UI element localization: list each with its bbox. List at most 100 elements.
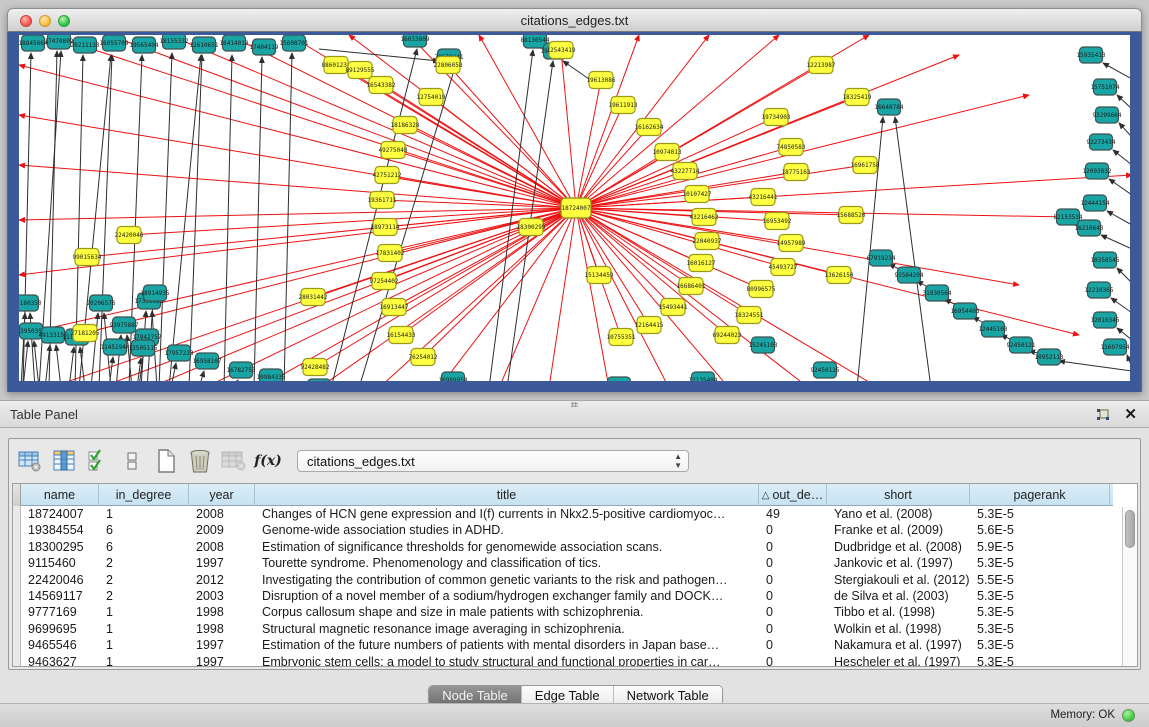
svg-text:43216462: 43216462	[690, 214, 719, 221]
svg-text:12213987: 12213987	[807, 62, 836, 69]
svg-text:45493727: 45493727	[769, 264, 798, 271]
svg-text:11607954: 11607954	[1101, 344, 1130, 351]
cell-title: Investigating the contribution of common…	[255, 572, 759, 588]
table-toolbar: f(x) citations_edges.txt ▲▼	[15, 443, 1135, 479]
column-header-year[interactable]: year	[189, 484, 255, 506]
table-selector-dropdown[interactable]: citations_edges.txt ▲▼	[297, 450, 689, 472]
column-header-short[interactable]: short	[827, 484, 970, 506]
column-header-pagerank[interactable]: pagerank	[970, 484, 1110, 506]
cell-name: 9115460	[21, 555, 99, 571]
svg-text:17404119: 17404119	[250, 44, 279, 51]
table-vertical-scrollbar[interactable]	[1122, 507, 1137, 667]
svg-text:10358545: 10358545	[1091, 257, 1120, 264]
svg-text:25160350: 25160350	[19, 300, 42, 307]
svg-text:16543382: 16543382	[367, 82, 396, 89]
table-row[interactable]: 1872400712008Changes of HCN gene express…	[13, 506, 1113, 522]
row-gutter	[13, 572, 21, 588]
cell-in_degree: 1	[99, 604, 189, 620]
column-header-name[interactable]: name	[21, 484, 99, 506]
panel-title: Table Panel	[10, 407, 78, 422]
svg-text:20206576: 20206576	[87, 300, 116, 307]
cell-year: 2003	[189, 588, 255, 604]
svg-text:42751212: 42751212	[373, 172, 402, 179]
row-gutter	[13, 637, 21, 653]
column-header-title[interactable]: title	[255, 484, 759, 506]
cell-year: 2009	[189, 522, 255, 538]
table-row[interactable]: 977716911998Corpus callosum shape and si…	[13, 604, 1113, 620]
float-panel-icon[interactable]	[1095, 407, 1111, 423]
network-canvas[interactable]: 1884566417470809202111331605570919565404…	[19, 35, 1130, 381]
svg-text:10974013: 10974013	[653, 149, 682, 156]
function-fx-icon[interactable]: f(x)	[253, 447, 283, 475]
row-gutter	[13, 588, 21, 604]
cell-short: Yano et al. (2008)	[827, 506, 970, 522]
cell-out_de: 0	[759, 539, 827, 555]
panel-drag-grip[interactable]	[571, 402, 578, 407]
svg-text:16958107: 16958107	[193, 358, 222, 365]
column-select-icon[interactable]	[49, 447, 79, 475]
cell-year: 1998	[189, 621, 255, 637]
svg-text:18186328: 18186328	[391, 122, 420, 129]
new-document-icon[interactable]	[151, 447, 181, 475]
svg-text:74850583: 74850583	[777, 144, 806, 151]
svg-text:18775163: 18775163	[782, 169, 811, 176]
cell-title: Embryonic stem cells: a model to study s…	[255, 654, 759, 667]
row-gutter	[13, 621, 21, 637]
svg-text:18914935: 18914935	[141, 290, 170, 297]
svg-text:19611913: 19611913	[609, 102, 638, 109]
cell-out_de: 0	[759, 621, 827, 637]
svg-text:16648784: 16648784	[875, 104, 904, 111]
cell-title: Estimation of significance thresholds fo…	[255, 539, 759, 555]
cell-in_degree: 6	[99, 539, 189, 555]
cell-year: 1997	[189, 555, 255, 571]
svg-text:12754019: 12754019	[417, 94, 446, 101]
svg-text:69244023: 69244023	[713, 332, 742, 339]
cell-name: 22420046	[21, 572, 99, 588]
clear-table-disabled-icon	[219, 447, 249, 475]
svg-text:18325419: 18325419	[843, 94, 872, 101]
svg-text:67919234: 67919234	[867, 255, 896, 262]
cell-short: de Silva et al. (2003)	[827, 588, 970, 604]
svg-text:82153534: 82153534	[1054, 214, 1083, 221]
svg-text:22420046: 22420046	[115, 232, 144, 239]
table-row[interactable]: 1456911722003Disruption of a novel membe…	[13, 588, 1113, 604]
cell-out_de: 49	[759, 506, 827, 522]
delete-trash-icon[interactable]	[185, 447, 215, 475]
window-title: citations_edges.txt	[8, 13, 1141, 28]
row-gutter	[13, 555, 21, 571]
scrollbar-thumb[interactable]	[1125, 510, 1135, 548]
close-panel-icon[interactable]: ✕	[1124, 405, 1137, 423]
table-row[interactable]: 911546021997Tourette syndrome. Phenomeno…	[13, 555, 1113, 571]
row-gutter	[13, 604, 21, 620]
svg-text:99015634: 99015634	[73, 254, 102, 261]
table-row[interactable]: 1938455462009Genome-wide association stu…	[13, 522, 1113, 538]
table-row[interactable]: 946362711997Embryonic stem cells: a mode…	[13, 654, 1113, 667]
row-gutter	[13, 539, 21, 555]
table-row[interactable]: 2242004622012Investigating the contribut…	[13, 572, 1113, 588]
select-all-checks-icon[interactable]	[83, 447, 113, 475]
table-row[interactable]: 969969511998Structural magnetic resonanc…	[13, 621, 1113, 637]
rows-icon[interactable]	[117, 447, 147, 475]
svg-text:18845664: 18845664	[19, 40, 48, 47]
svg-text:16414013: 16414013	[220, 40, 249, 47]
cell-pagerank: 5.3E-5	[970, 654, 1110, 667]
svg-text:93299664: 93299664	[1093, 112, 1122, 119]
svg-text:15245103: 15245103	[749, 342, 778, 349]
table-row[interactable]: 1830029562008Estimation of significance …	[13, 539, 1113, 555]
column-header-out_de[interactable]: △out_de…	[759, 484, 827, 506]
svg-text:10755351: 10755351	[607, 334, 636, 341]
column-header-in_degree[interactable]: in_degree	[99, 484, 189, 506]
cell-short: Dudbridge et al. (2008)	[827, 539, 970, 555]
table-settings-icon[interactable]	[15, 447, 45, 475]
row-gutter	[13, 522, 21, 538]
cell-out_de: 0	[759, 555, 827, 571]
cell-year: 1998	[189, 604, 255, 620]
cell-pagerank: 5.3E-5	[970, 621, 1110, 637]
memory-status-label: Memory: OK	[1050, 709, 1115, 721]
cell-pagerank: 5.3E-5	[970, 588, 1110, 604]
svg-text:16210643: 16210643	[1075, 225, 1104, 232]
svg-text:22806058: 22806058	[434, 62, 463, 69]
table-row[interactable]: 946554611997Estimation of the future num…	[13, 637, 1113, 653]
cell-pagerank: 5.3E-5	[970, 506, 1110, 522]
window-titlebar[interactable]: citations_edges.txt	[7, 8, 1142, 32]
